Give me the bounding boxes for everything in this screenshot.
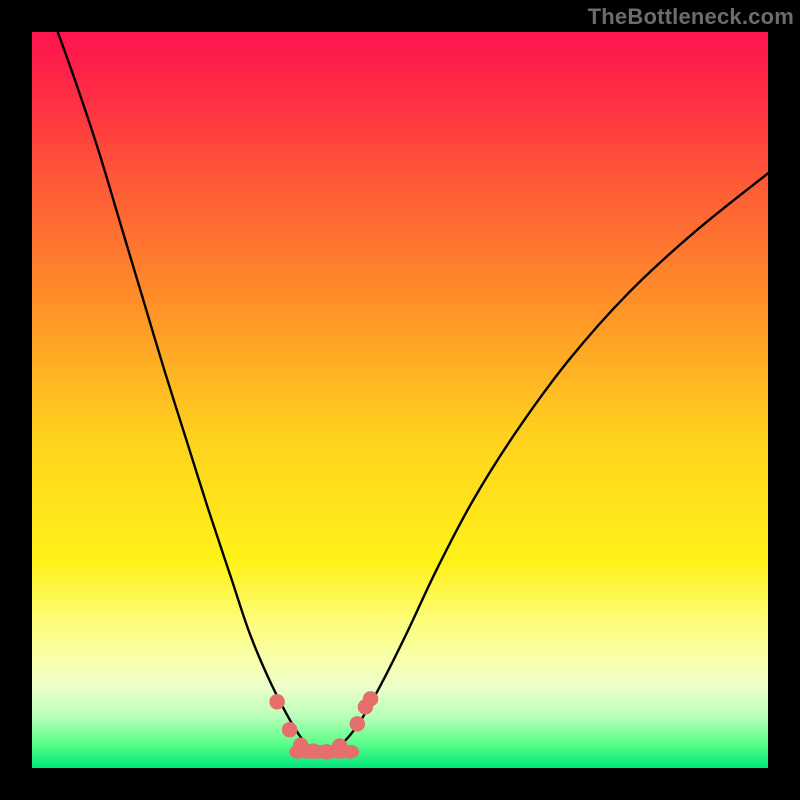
curve-marker bbox=[363, 691, 378, 706]
curve-marker bbox=[350, 716, 365, 731]
watermark-label: TheBottleneck.com bbox=[588, 4, 794, 30]
curve-marker bbox=[305, 743, 320, 758]
gradient-background bbox=[32, 32, 768, 768]
curve-marker bbox=[332, 738, 347, 753]
curve-marker bbox=[282, 722, 297, 737]
curve-marker bbox=[269, 694, 284, 709]
curve-marker bbox=[319, 744, 334, 759]
bottleneck-chart bbox=[32, 32, 768, 768]
